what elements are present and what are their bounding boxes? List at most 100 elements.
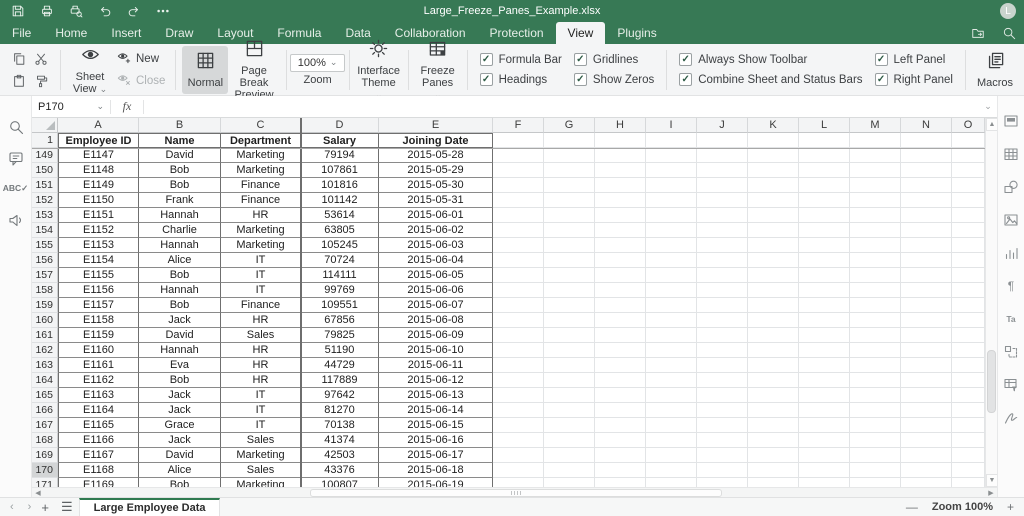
cell-n154[interactable] (901, 223, 952, 238)
cell-e171[interactable]: 2015-06-19 (379, 478, 493, 487)
cell-g1[interactable] (544, 133, 595, 148)
row-header-161[interactable]: 161 (32, 328, 58, 343)
undo-icon[interactable] (97, 4, 112, 19)
cell-o170[interactable] (952, 463, 985, 478)
cell-d160[interactable]: 67856 (301, 313, 379, 328)
cell-g154[interactable] (544, 223, 595, 238)
signature-icon[interactable] (1003, 409, 1020, 426)
cell-c157[interactable]: IT (221, 268, 301, 283)
zoom-out-button[interactable]: — (906, 500, 918, 514)
cell-h171[interactable] (595, 478, 646, 487)
cell-m159[interactable] (850, 298, 901, 313)
sheet-tab-large-employee-data[interactable]: Large Employee Data (79, 498, 221, 516)
cell-i165[interactable] (646, 388, 697, 403)
cell-o152[interactable] (952, 193, 985, 208)
cell-b165[interactable]: Jack (139, 388, 221, 403)
cell-b151[interactable]: Bob (139, 178, 221, 193)
cell-m163[interactable] (850, 358, 901, 373)
cell-f156[interactable] (493, 253, 544, 268)
cell-f1[interactable] (493, 133, 544, 148)
cell-c159[interactable]: Finance (221, 298, 301, 313)
cell-a169[interactable]: E1167 (58, 448, 139, 463)
search-icon[interactable] (7, 118, 24, 135)
cell-d169[interactable]: 42503 (301, 448, 379, 463)
cell-b161[interactable]: David (139, 328, 221, 343)
cell-e166[interactable]: 2015-06-14 (379, 403, 493, 418)
cell-b1[interactable]: Name (139, 133, 221, 148)
cell-n166[interactable] (901, 403, 952, 418)
cell-o1[interactable] (952, 133, 985, 148)
spellcheck-icon[interactable]: ABC✓ (7, 180, 24, 197)
collapse-formula-bar-icon[interactable]: ⌄ (979, 101, 997, 112)
next-sheet-icon[interactable]: › (28, 501, 32, 513)
cell-o169[interactable] (952, 448, 985, 463)
cell-j168[interactable] (697, 433, 748, 448)
vertical-scrollbar-thumb[interactable] (987, 350, 996, 413)
cell-i170[interactable] (646, 463, 697, 478)
select-all-button[interactable] (32, 118, 58, 133)
cell-a167[interactable]: E1165 (58, 418, 139, 433)
cell-o168[interactable] (952, 433, 985, 448)
cell-n163[interactable] (901, 358, 952, 373)
cell-g166[interactable] (544, 403, 595, 418)
cell-n162[interactable] (901, 343, 952, 358)
read-aloud-icon[interactable] (7, 211, 24, 228)
cell-n169[interactable] (901, 448, 952, 463)
cell-d168[interactable]: 41374 (301, 433, 379, 448)
checkbox-right-panel[interactable]: ✓Right Panel (875, 73, 953, 86)
cell-c167[interactable]: IT (221, 418, 301, 433)
cell-a168[interactable]: E1166 (58, 433, 139, 448)
cell-k155[interactable] (748, 238, 799, 253)
cell-m150[interactable] (850, 163, 901, 178)
cell-l159[interactable] (799, 298, 850, 313)
cell-c156[interactable]: IT (221, 253, 301, 268)
cell-g157[interactable] (544, 268, 595, 283)
checkbox-left-panel[interactable]: ✓Left Panel (875, 53, 953, 66)
cell-b160[interactable]: Jack (139, 313, 221, 328)
cell-j170[interactable] (697, 463, 748, 478)
cell-l153[interactable] (799, 208, 850, 223)
cell-h159[interactable] (595, 298, 646, 313)
cell-o159[interactable] (952, 298, 985, 313)
column-header-a[interactable]: A (58, 118, 139, 133)
cell-d158[interactable]: 99769 (301, 283, 379, 298)
cell-c150[interactable]: Marketing (221, 163, 301, 178)
row-header-164[interactable]: 164 (32, 373, 58, 388)
cell-o166[interactable] (952, 403, 985, 418)
cell-k158[interactable] (748, 283, 799, 298)
name-box[interactable]: P170 ⌄ (32, 101, 110, 113)
cell-e169[interactable]: 2015-06-17 (379, 448, 493, 463)
tab-view[interactable]: View (556, 22, 606, 44)
cell-a150[interactable]: E1148 (58, 163, 139, 178)
cell-o167[interactable] (952, 418, 985, 433)
cell-h157[interactable] (595, 268, 646, 283)
cell-l1[interactable] (799, 133, 850, 148)
cell-h165[interactable] (595, 388, 646, 403)
cell-l168[interactable] (799, 433, 850, 448)
cell-i1[interactable] (646, 133, 697, 148)
column-header-n[interactable]: N (901, 118, 952, 133)
cell-j167[interactable] (697, 418, 748, 433)
cell-a170[interactable]: E1168 (58, 463, 139, 478)
row-header-162[interactable]: 162 (32, 343, 58, 358)
cell-l165[interactable] (799, 388, 850, 403)
checkbox-always-show-toolbar[interactable]: ✓Always Show Toolbar (679, 53, 862, 66)
cell-i149[interactable] (646, 148, 697, 163)
cell-l158[interactable] (799, 283, 850, 298)
cell-e153[interactable]: 2015-06-01 (379, 208, 493, 223)
cell-e164[interactable]: 2015-06-12 (379, 373, 493, 388)
cell-j164[interactable] (697, 373, 748, 388)
zoom-dropdown[interactable]: 100% ⌄ (290, 54, 346, 72)
cell-d155[interactable]: 105245 (301, 238, 379, 253)
cell-m152[interactable] (850, 193, 901, 208)
cell-h149[interactable] (595, 148, 646, 163)
save-icon[interactable] (10, 4, 25, 19)
format-painter-button[interactable] (32, 72, 50, 90)
cell-c170[interactable]: Sales (221, 463, 301, 478)
cell-g156[interactable] (544, 253, 595, 268)
cell-a166[interactable]: E1164 (58, 403, 139, 418)
cell-c161[interactable]: Sales (221, 328, 301, 343)
cell-l163[interactable] (799, 358, 850, 373)
cell-h170[interactable] (595, 463, 646, 478)
cell-l169[interactable] (799, 448, 850, 463)
